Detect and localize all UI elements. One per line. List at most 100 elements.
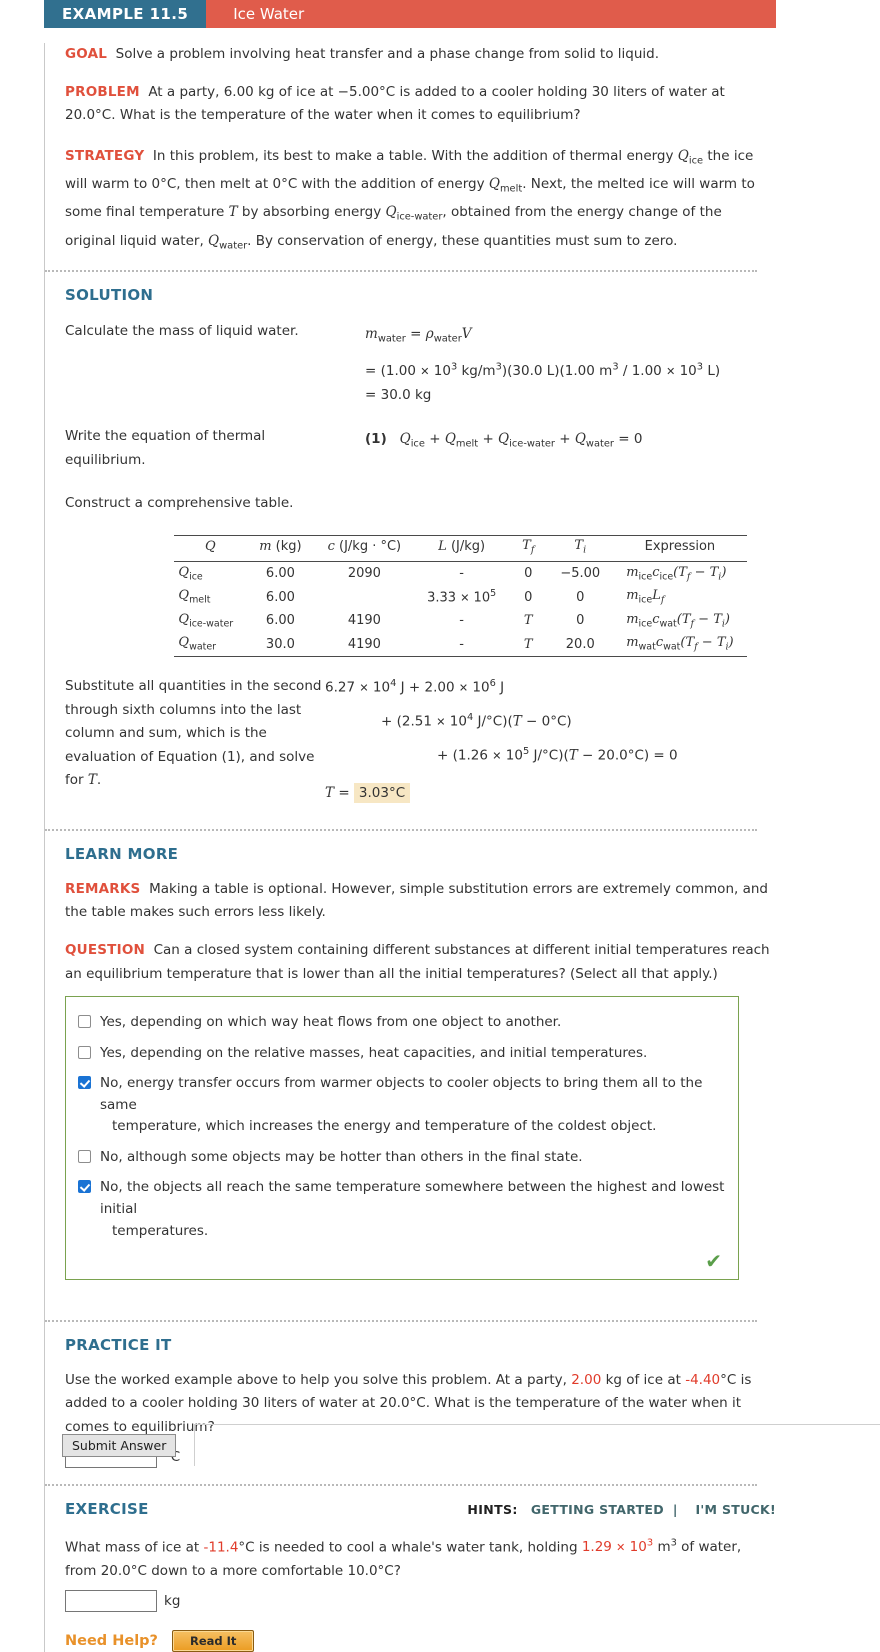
need-help-label: Need Help?: [65, 1632, 158, 1649]
goal-label: GOAL: [65, 46, 108, 62]
col-m: m (kg): [246, 535, 315, 562]
example-title: Ice Water: [206, 0, 776, 28]
checkbox-icon-checked[interactable]: [78, 1076, 91, 1090]
remarks-paragraph: REMARKS Making a table is optional. Howe…: [65, 878, 776, 924]
step-description: Substitute all quantities in the second …: [65, 677, 322, 789]
cell-m: 6.00: [265, 613, 295, 629]
example-banner: EXAMPLE 11.5 Ice Water: [44, 0, 776, 28]
choice-label: Yes, depending on which way heat flows f…: [100, 1013, 562, 1030]
divider-practice-it: [45, 1320, 757, 1323]
cell-expression: micecwat(Tf − Ti): [626, 611, 730, 630]
read-it-button[interactable]: Read It: [171, 1629, 255, 1652]
step-math: mwater = ρwaterV = (1.00 ✕ 103 kg/m3)(30…: [365, 320, 776, 409]
question-paragraph: QUESTION Can a closed system containing …: [65, 939, 776, 985]
problem-text: At a party, 6.00 kg of ice at −5.00°C is…: [65, 84, 725, 124]
cell-c: 2090: [347, 565, 381, 581]
goal-paragraph: GOAL Solve a problem involving heat tran…: [65, 43, 776, 66]
need-help-row: Need Help? Read It: [65, 1629, 776, 1652]
cell-expression: micecice(Tf − Ti): [626, 564, 727, 583]
cell-q: Qice: [178, 564, 203, 583]
exercise-answer-unit: kg: [164, 1592, 181, 1609]
col-expression: Expression: [613, 535, 747, 562]
cell-expression: mwatcwat(Tf − Ti): [613, 632, 747, 657]
practice-temp-value: -4.40: [685, 1372, 721, 1389]
choice-label: No, the objects all reach the same tempe…: [100, 1179, 725, 1239]
table-row: Qwater 30.0 4190 - T 20.0 mwatcwat(Tf − …: [174, 632, 747, 657]
correct-check-icon: ✔: [705, 1249, 722, 1274]
submit-footer: Submit Answer: [44, 1424, 880, 1466]
choice-label: No, although some objects may be hotter …: [100, 1148, 583, 1165]
cell-ti: 0: [576, 589, 585, 605]
col-q: Q: [174, 535, 247, 562]
remarks-text: Making a table is optional. However, sim…: [65, 881, 768, 921]
mass-equation-line1: mwater = ρwaterV: [365, 326, 472, 345]
checkbox-icon-checked[interactable]: [78, 1180, 91, 1194]
choice-option[interactable]: No, energy transfer occurs from warmer o…: [78, 1073, 726, 1138]
choice-label: Yes, depending on the relative masses, h…: [100, 1044, 648, 1061]
col-ti: Ti: [547, 535, 614, 562]
exercise-heading: EXERCISE: [65, 1499, 149, 1518]
hint-separator: |: [672, 1501, 678, 1517]
submit-answer-button[interactable]: Submit Answer: [62, 1433, 177, 1457]
hint-im-stuck-link[interactable]: I'M STUCK!: [695, 1502, 776, 1517]
cell-q: Qmelt: [178, 588, 211, 606]
q-water-symbol: Qwater: [208, 232, 248, 252]
cell-m: 6.00: [265, 565, 295, 581]
strategy-label: STRATEGY: [65, 147, 145, 164]
problem-label: PROBLEM: [65, 84, 140, 101]
cell-c: 4190: [347, 613, 381, 629]
divider-solution: [45, 270, 757, 273]
cell-ti: 0: [576, 613, 585, 629]
solution-step-equilibrium: Write the equation of thermal equilibriu…: [65, 425, 776, 471]
table-row: Qmelt 6.00 3.33 ✕ 105 0 0 miceLf: [174, 585, 746, 609]
q-ice-symbol: Qice: [677, 147, 704, 167]
substitution-line-2: + (2.51 ✕ 104 J/°C)(T − 0°C): [381, 712, 572, 730]
col-l: L (J/kg): [414, 535, 510, 562]
table-header-row: Q m (kg) c (J/kg · °C) L (J/kg) Tf Ti Ex…: [174, 535, 747, 562]
exercise-header-row: EXERCISE HINTS: GETTING STARTED | I'M ST…: [65, 1500, 776, 1518]
hint-getting-started-link[interactable]: GETTING STARTED: [531, 1502, 664, 1517]
cell-tf: 0: [524, 565, 533, 581]
hints-label: HINTS:: [467, 1501, 518, 1517]
step-description: Write the equation of thermal equilibriu…: [65, 428, 266, 468]
remarks-label: REMARKS: [65, 881, 141, 898]
cell-m: 6.00: [265, 589, 295, 605]
answer-choices-box: Yes, depending on which way heat flows f…: [65, 995, 739, 1281]
t-symbol: T: [228, 204, 238, 221]
choice-option[interactable]: No, although some objects may be hotter …: [78, 1147, 726, 1169]
exercise-answer-input[interactable]: [65, 1589, 157, 1612]
learn-more-heading: LEARN MORE: [65, 845, 179, 864]
cell-expression: miceLf: [626, 588, 665, 606]
choice-option[interactable]: Yes, depending on which way heat flows f…: [78, 1012, 726, 1034]
cell-l: 3.33 ✕ 105: [427, 588, 497, 606]
practice-mass-value: 2.00: [571, 1372, 602, 1389]
goal-text: Solve a problem involving heat transfer …: [115, 46, 660, 62]
substitution-line-3: + (1.26 ✕ 105 J/°C)(T − 20.0°C) = 0: [437, 746, 678, 764]
checkbox-icon[interactable]: [78, 1014, 91, 1028]
equation-number: (1): [365, 431, 387, 448]
result-line: T = 3.03°C: [325, 781, 776, 807]
strategy-paragraph: STRATEGY In this problem, its best to ma…: [65, 143, 776, 257]
checkbox-icon[interactable]: [78, 1045, 91, 1059]
cell-l: -: [459, 613, 464, 629]
choice-option[interactable]: No, the objects all reach the same tempe…: [78, 1177, 726, 1242]
problem-paragraph: PROBLEM At a party, 6.00 kg of ice at −5…: [65, 81, 776, 127]
table-intro: Construct a comprehensive table.: [65, 494, 294, 511]
solution-step-substitute: Substitute all quantities in the second …: [65, 675, 776, 807]
example-body: GOAL Solve a problem involving heat tran…: [44, 43, 776, 1652]
checkbox-icon[interactable]: [78, 1149, 91, 1163]
hints-group: HINTS: GETTING STARTED | I'M STUCK!: [467, 1502, 776, 1517]
example-page: EXAMPLE 11.5 Ice Water GOAL Solve a prob…: [0, 0, 880, 1652]
cell-m: 30.0: [246, 632, 315, 657]
solution-heading: SOLUTION: [65, 286, 154, 305]
mass-equation-line3: = 30.0 kg: [365, 387, 432, 404]
choice-option[interactable]: Yes, depending on the relative masses, h…: [78, 1043, 726, 1065]
comprehensive-table: Q m (kg) c (J/kg · °C) L (J/kg) Tf Ti Ex…: [174, 535, 747, 657]
table-row: Qice-water 6.00 4190 - T 0 micecwat(Tf −…: [174, 609, 746, 633]
cell-tf: 0: [524, 589, 533, 605]
cell-tf: T: [523, 613, 533, 629]
cell-q: Qice-water: [178, 611, 234, 630]
col-tf: Tf: [509, 535, 548, 562]
q-melt-symbol: Qmelt: [488, 176, 523, 195]
example-number-tab: EXAMPLE 11.5: [44, 0, 207, 28]
